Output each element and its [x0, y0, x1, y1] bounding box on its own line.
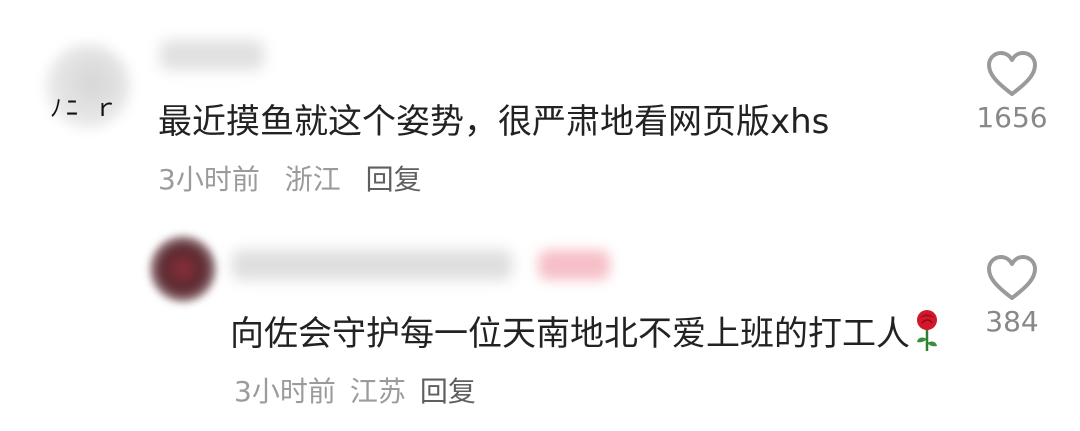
like-button[interactable]: 1656	[962, 50, 1062, 136]
reply-button[interactable]: 回复	[420, 375, 476, 408]
like-count: 1656	[976, 101, 1048, 134]
comment-text-block: 向佐会守护每一位天南地北不爱上班的打工人 3小时前 江苏 回复	[230, 306, 950, 420]
comment-location: 浙江	[284, 163, 341, 196]
like-button[interactable]: 384	[962, 254, 1062, 340]
comment-location: 江苏	[349, 375, 406, 408]
username-blurred[interactable]	[160, 40, 264, 70]
rose-icon	[917, 310, 937, 351]
username-blurred[interactable]	[232, 250, 512, 280]
comment-text: 向佐会守护每一位天南地北不爱上班的打工人	[230, 314, 910, 354]
avatar-blurred[interactable]	[150, 236, 216, 302]
comment-meta: 3小时前 浙江 回复	[158, 160, 422, 200]
author-badge-blurred	[538, 250, 610, 280]
avatar-mark: ﾉﾆ ｒ	[50, 94, 122, 122]
like-count: 384	[985, 305, 1039, 338]
comment-meta: 3小时前 江苏 回复	[234, 375, 476, 408]
heart-outline-icon	[987, 255, 1037, 300]
comment-time: 3小时前	[158, 163, 260, 196]
comment-time: 3小时前	[234, 375, 336, 408]
heart-outline-icon	[987, 51, 1037, 96]
comment-text: 最近摸鱼就这个姿势，很严肃地看网页版xhs	[158, 102, 830, 142]
reply-button[interactable]: 回复	[366, 163, 422, 196]
